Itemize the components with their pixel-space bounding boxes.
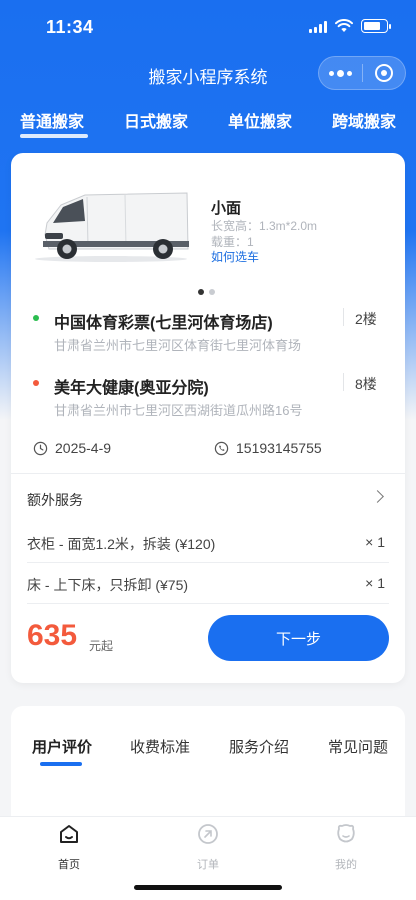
divider xyxy=(27,562,389,563)
info-tab-indicator xyxy=(40,762,82,766)
clock-icon xyxy=(33,441,48,456)
more-menu-button[interactable] xyxy=(319,57,362,89)
origin-address: 甘肃省兰州市七里河区体育街七里河体育场 xyxy=(54,338,302,353)
home-indicator xyxy=(134,885,282,890)
order-icon xyxy=(198,824,218,844)
status-icons xyxy=(309,19,391,33)
status-time: 11:34 xyxy=(46,17,94,37)
origin-name[interactable]: 中国体育彩票(七里河体育场店) xyxy=(54,309,273,333)
move-date[interactable]: 2025-4-9 xyxy=(55,440,111,456)
tabbar-item-home[interactable]: 首页 xyxy=(34,823,104,872)
floor-divider xyxy=(343,373,344,391)
price-amount: 635 xyxy=(27,619,78,652)
extra-services-label[interactable]: 额外服务 xyxy=(27,490,83,510)
extra-service-qty: × 1 xyxy=(365,534,385,550)
price-unit: 元起 xyxy=(89,639,114,653)
tabbar-label: 首页 xyxy=(58,859,80,871)
vehicle-name: 小面 xyxy=(211,200,242,217)
target-icon xyxy=(374,64,393,82)
destination-dot xyxy=(33,380,39,386)
tabbar-label: 订单 xyxy=(197,859,219,871)
tab-pricing-standards[interactable]: 收费标准 xyxy=(130,736,190,757)
destination-address: 甘肃省兰州市七里河区西湖街道瓜州路16号 xyxy=(54,403,303,418)
tab-company-move[interactable]: 单位搬家 xyxy=(228,108,292,132)
vehicle-dimensions: 长宽高：1.3m*2.0m xyxy=(211,219,318,233)
divider xyxy=(11,473,405,474)
destination-floor[interactable]: 8楼 xyxy=(355,374,377,394)
status-bar: 11:34 xyxy=(0,0,416,54)
tab-japanese-move[interactable]: 日式搬家 xyxy=(124,108,188,132)
mini-program-capsule xyxy=(318,56,406,90)
home-icon xyxy=(60,825,78,843)
tabbar-label: 我的 xyxy=(335,859,357,871)
van-image[interactable] xyxy=(31,183,191,263)
tab-ordinary-move[interactable]: 普通搬家 xyxy=(20,108,84,132)
order-card: 小面 长宽高：1.3m*2.0m 载重：1 如何选车 中国体育彩票(七里河体育场… xyxy=(11,153,405,683)
tab-user-reviews[interactable]: 用户评价 xyxy=(32,736,92,757)
tabbar-item-profile[interactable]: 我的 xyxy=(311,823,381,872)
carousel-dot[interactable] xyxy=(198,289,204,295)
tab-faq[interactable]: 常见问题 xyxy=(328,736,388,757)
how-to-choose-vehicle-link[interactable]: 如何选车 xyxy=(211,248,259,265)
origin-floor[interactable]: 2楼 xyxy=(355,309,377,329)
phone-icon xyxy=(214,441,229,456)
battery-icon xyxy=(361,19,391,33)
close-mini-program-button[interactable] xyxy=(363,57,405,89)
destination-name[interactable]: 美年大健康(奥亚分院) xyxy=(54,374,209,398)
tabbar-item-orders[interactable]: 订单 xyxy=(173,823,243,872)
tab-cross-region-move[interactable]: 跨域搬家 xyxy=(332,108,396,132)
extra-service-item: 衣柜 - 面宽1.2米，拆装 (¥120) xyxy=(27,536,216,552)
cellular-signal-icon xyxy=(309,20,327,33)
battery-level xyxy=(364,22,380,30)
carousel-dot[interactable] xyxy=(209,289,215,295)
contact-phone[interactable]: 15193145755 xyxy=(236,440,322,456)
chevron-right-icon[interactable] xyxy=(371,490,384,503)
extra-service-item: 床 - 上下床，只拆卸 (¥75) xyxy=(27,577,189,593)
next-step-button[interactable]: 下一步 xyxy=(208,615,389,661)
active-tab-indicator xyxy=(20,134,88,138)
wifi-icon xyxy=(335,19,353,32)
extra-service-qty: × 1 xyxy=(365,575,385,591)
divider xyxy=(27,603,389,604)
origin-dot xyxy=(33,315,39,321)
carousel-dots xyxy=(198,289,215,295)
floor-divider xyxy=(343,308,344,326)
profile-icon xyxy=(337,824,355,843)
tab-service-intro[interactable]: 服务介绍 xyxy=(229,736,289,757)
